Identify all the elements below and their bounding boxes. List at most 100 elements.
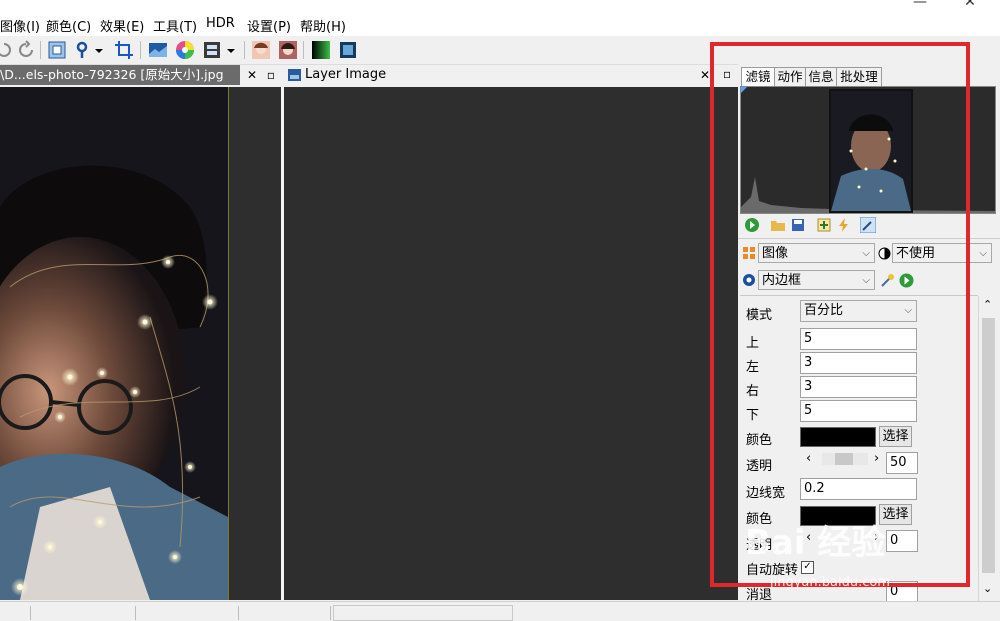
divider [740,295,978,296]
watermark: Bai 经验 [745,523,886,563]
slider-right-icon[interactable]: › [874,451,879,466]
toolbar [0,36,1000,65]
top-input[interactable]: 5 [800,328,917,350]
filter-select[interactable]: 内边框 ⌵ [758,270,875,290]
tab-batch[interactable]: 批处理 [836,67,882,86]
slider-thumb[interactable] [835,453,853,465]
right-input[interactable]: 3 [800,376,917,398]
right-label: 右 [746,384,760,399]
apply-icon[interactable] [899,273,914,288]
tab-filter[interactable]: 滤镜 [741,67,775,86]
document-tab-title[interactable]: \D...els-photo-792326 [原始大小].jpg [0,65,240,85]
panel-pin-button[interactable]: ▫ [723,67,731,81]
add-filter-icon[interactable] [816,217,832,233]
photo-canvas[interactable] [0,87,228,600]
close-tab-button[interactable]: ✕ [245,65,259,85]
portrait-effect-icon[interactable] [251,40,271,60]
mode-label: 模式 [746,308,773,323]
mask-select-value: 不使用 [896,246,936,261]
filter-select-value: 内边框 [762,273,802,288]
border-width-input[interactable]: 0.2 [800,478,917,500]
alpha-slider[interactable] [822,453,868,465]
alpha-label: 透明 [746,459,773,474]
alpha-input[interactable]: 50 [886,452,918,474]
chevron-down-icon: ⌵ [979,248,987,259]
left-label: 左 [746,360,760,375]
crop-icon[interactable] [114,40,134,60]
document-tab-2[interactable]: Layer Image ✕ [284,65,738,85]
undo-icon[interactable] [0,40,14,60]
canvas-background [229,87,281,600]
menu-bar: 图像(I) 颜色(C) 效果(E) 工具(T) HDR 设置(P) 帮助(H) [0,12,1000,36]
wand-icon[interactable] [880,273,895,288]
minimize-button[interactable]: — [900,0,940,12]
portrait-photo [0,87,228,600]
alpha2-input[interactable]: 0 [886,530,918,552]
menu-hdr[interactable]: HDR [206,16,235,31]
pin-tab-button[interactable]: ▫ [264,65,278,85]
document-tab-title[interactable]: Layer Image [305,67,386,82]
menu-effects[interactable]: 效果(E) [100,16,144,35]
mask-select[interactable]: 不使用 ⌵ [892,243,992,263]
layer-image-canvas[interactable] [284,87,738,600]
panel-scrollbar[interactable]: ⌃ ⌄ [978,296,999,601]
blur-input[interactable]: 0 [886,581,918,601]
chevron-down-icon[interactable] [225,40,237,60]
resize-icon[interactable] [47,40,67,60]
redo-icon[interactable] [16,40,36,60]
open-folder-icon[interactable] [770,217,786,233]
save-icon[interactable] [790,217,806,233]
title-bar: — ✕ [0,0,1000,12]
levels-icon[interactable] [148,40,168,60]
color-label: 颜色 [746,433,773,448]
film-strip-icon[interactable] [202,40,222,60]
left-input[interactable]: 3 [800,352,917,374]
close-window-button[interactable]: ✕ [950,0,990,12]
gradient-icon[interactable] [311,40,331,60]
chevron-down-icon[interactable] [93,40,105,60]
image-frame-icon[interactable] [338,40,358,60]
chevron-down-icon: ⌵ [862,248,870,259]
preview-thumbnail [829,89,913,213]
bottom-input[interactable]: 5 [800,400,917,422]
menu-help[interactable]: 帮助(H) [300,16,346,35]
scrollbar-thumb[interactable] [982,318,995,573]
scroll-up-icon[interactable]: ⌃ [983,298,992,311]
play-icon[interactable] [744,217,760,233]
tab-actions[interactable]: 动作 [774,67,806,86]
brush-icon[interactable] [860,217,876,233]
color-wheel-icon[interactable] [175,40,195,60]
blur-label: 消退 [746,588,773,601]
filter-type-icon [743,274,755,286]
mode-select[interactable]: 百分比 ⌵ [800,300,917,322]
slider-left-icon[interactable]: ‹ [806,451,811,466]
border-width-label: 边线宽 [746,486,786,501]
chevron-down-icon: ⌵ [904,305,912,316]
top-label: 上 [746,336,760,351]
bottom-label: 下 [746,408,760,423]
menu-settings[interactable]: 设置(P) [247,16,291,35]
lightning-icon[interactable] [836,217,852,233]
mask-icon [878,247,891,260]
menu-tools[interactable]: 工具(T) [153,16,197,35]
rotate-icon[interactable] [73,40,93,60]
layer-image-icon [288,69,301,81]
scroll-down-icon[interactable]: ⌄ [983,582,992,595]
tab-info[interactable]: 信息 [805,67,837,86]
color-swatch[interactable] [800,427,876,447]
panel-icon-row [738,214,1000,239]
watermark-url: jingyan.baidu.com [770,575,890,590]
close-tab-button[interactable]: ✕ [698,65,712,85]
menu-color[interactable]: 颜色(C) [46,16,91,35]
chevron-down-icon: ⌵ [862,275,870,286]
document-tab-1[interactable]: \D...els-photo-792326 [原始大小].jpg ✕ ▫ [0,65,283,85]
portrait-effect-2-icon[interactable] [278,40,298,60]
choose-color-button[interactable]: 选择 [879,426,912,447]
preview-area [740,86,996,214]
layers-icon [743,247,755,259]
menu-image[interactable]: 图像(I) [0,16,40,35]
target-select-value: 图像 [762,246,789,261]
status-bar [0,601,1000,621]
mode-select-value: 百分比 [804,303,844,318]
target-select[interactable]: 图像 ⌵ [758,243,875,263]
